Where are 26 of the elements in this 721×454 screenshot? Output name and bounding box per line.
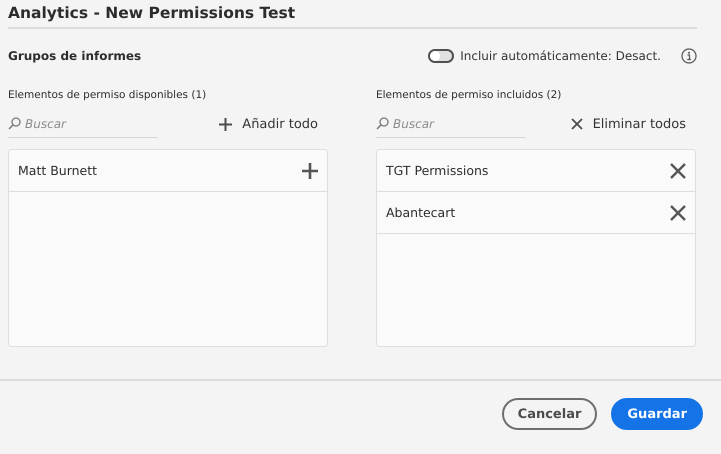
remove-item-button[interactable] <box>670 162 686 178</box>
toggle-switch[interactable] <box>428 49 454 63</box>
search-icon <box>376 117 389 130</box>
add-item-button[interactable] <box>302 162 318 178</box>
add-all-button[interactable]: Añadir todo <box>219 116 328 132</box>
window-title: Analytics - New Permissions Test <box>8 0 697 29</box>
save-button[interactable]: Guardar <box>611 398 703 430</box>
close-icon <box>670 204 686 220</box>
remove-all-button[interactable]: Eliminar todos <box>570 116 696 132</box>
info-icon[interactable] <box>681 48 697 64</box>
list-item[interactable]: Abantecart <box>386 205 456 220</box>
remove-item-button[interactable] <box>670 204 686 220</box>
list-item[interactable]: TGT Permissions <box>386 163 488 178</box>
search-field[interactable]: Buscar <box>393 116 521 130</box>
cancel-button[interactable]: Cancelar <box>502 398 598 430</box>
panel-label: Elementos de permiso incluidos (2) <box>376 89 562 101</box>
section-title: Grupos de informes <box>8 49 142 63</box>
toggle-label: Incluir automáticamente: Desact. <box>460 49 661 63</box>
plus-icon <box>219 118 232 130</box>
close-icon <box>670 162 686 178</box>
list-item[interactable]: Matt Burnett <box>18 163 98 178</box>
plus-icon <box>302 162 318 178</box>
search-field[interactable]: Buscar <box>25 116 153 130</box>
close-icon <box>570 118 583 130</box>
search-icon <box>8 117 21 130</box>
panel-label: Elementos de permiso disponibles (1) <box>8 89 208 101</box>
